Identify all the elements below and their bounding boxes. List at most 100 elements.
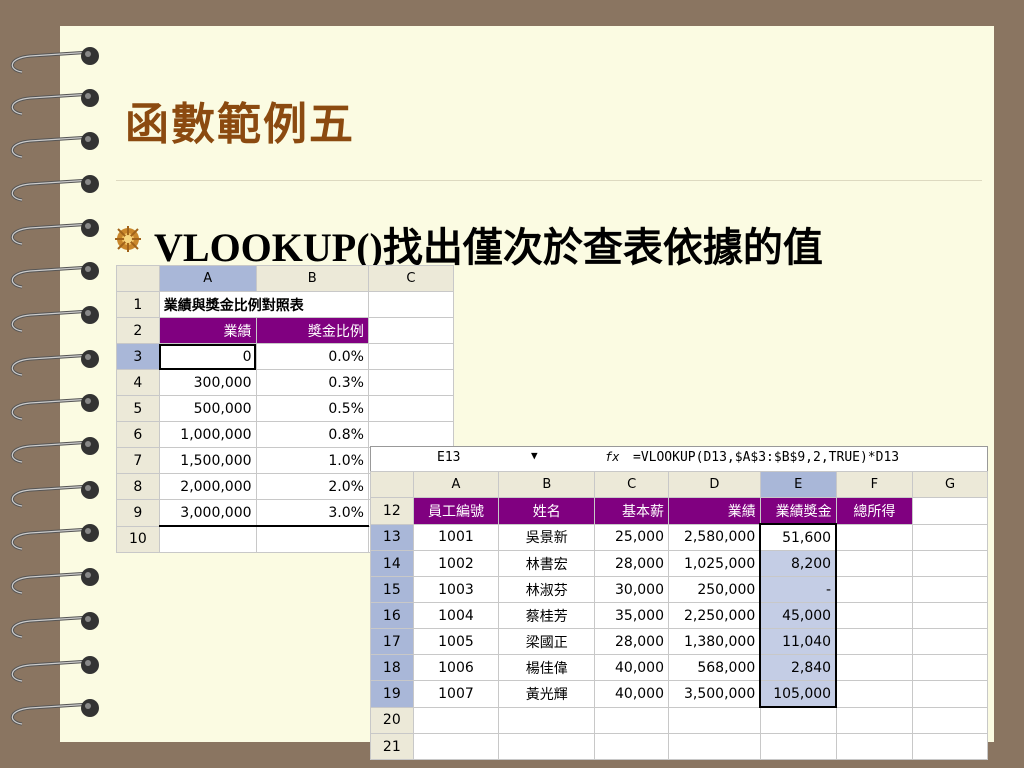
cell[interactable]	[912, 523, 988, 551]
cell[interactable]: 1001	[412, 523, 500, 551]
cell[interactable]: 0.3%	[255, 369, 369, 396]
cell[interactable]	[158, 525, 257, 553]
cell[interactable]: 2.0%	[255, 473, 369, 500]
column-header[interactable]: B	[498, 471, 596, 498]
header-cell[interactable]: 業績獎金	[759, 497, 837, 525]
formula-bar[interactable]: E13 ▼ fx =VLOOKUP(D13,$A$3:$B$9,2,TRUE)*…	[370, 446, 988, 472]
cell[interactable]	[912, 576, 988, 603]
formula-text[interactable]: =VLOOKUP(D13,$A$3:$B$9,2,TRUE)*D13	[633, 450, 899, 465]
cell[interactable]	[498, 706, 596, 734]
cell[interactable]: 1003	[412, 576, 500, 603]
cell[interactable]: 25,000	[594, 523, 669, 551]
cell[interactable]: 1,500,000	[158, 447, 257, 474]
cell[interactable]: 28,000	[594, 550, 669, 577]
row-header[interactable]: 13	[370, 523, 414, 551]
cell[interactable]	[594, 733, 669, 760]
column-header[interactable]: F	[835, 471, 914, 498]
cell[interactable]: 40,000	[594, 654, 669, 681]
cell[interactable]: 林淑芬	[498, 576, 596, 603]
cell[interactable]	[912, 550, 988, 577]
column-header[interactable]: G	[912, 471, 988, 498]
row-header[interactable]: 7	[116, 447, 160, 474]
cell[interactable]	[367, 343, 455, 370]
cell[interactable]: 楊佳偉	[498, 654, 596, 681]
cell[interactable]: 250,000	[668, 576, 761, 603]
cell[interactable]	[412, 733, 500, 760]
cell[interactable]: 2,840	[759, 654, 838, 681]
cell[interactable]	[835, 576, 914, 603]
header-cell[interactable]: 基本薪	[594, 497, 669, 525]
cell[interactable]	[835, 733, 914, 760]
cell[interactable]	[912, 733, 988, 760]
cell[interactable]: 1007	[412, 680, 500, 708]
cell[interactable]: 0	[158, 343, 257, 370]
cell[interactable]: 300,000	[158, 369, 257, 396]
row-header[interactable]: 8	[116, 473, 160, 500]
cell[interactable]: 500,000	[158, 395, 257, 422]
cell[interactable]	[912, 602, 988, 629]
cell[interactable]: 0.5%	[255, 395, 369, 422]
row-header[interactable]: 6	[116, 421, 160, 448]
row-header[interactable]: 19	[370, 680, 414, 708]
cell[interactable]	[759, 706, 837, 734]
cell[interactable]	[367, 291, 455, 318]
cell[interactable]	[835, 523, 914, 551]
cell[interactable]	[912, 628, 988, 655]
column-header[interactable]: B	[255, 265, 369, 292]
row-header[interactable]: 14	[370, 550, 414, 577]
cell[interactable]: 2,250,000	[668, 602, 761, 629]
cell[interactable]: 1006	[412, 654, 500, 681]
row-header[interactable]: 17	[370, 628, 414, 655]
row-header[interactable]: 16	[370, 602, 414, 629]
row-header[interactable]: 18	[370, 654, 414, 681]
cell[interactable]: 林書宏	[498, 550, 596, 577]
row-header[interactable]: 5	[116, 395, 160, 422]
column-header[interactable]: D	[668, 471, 761, 498]
cell[interactable]	[912, 654, 988, 681]
cell[interactable]: 1002	[412, 550, 500, 577]
column-header[interactable]: A	[412, 471, 500, 498]
header-cell[interactable]: 姓名	[498, 497, 596, 525]
cell[interactable]: -	[759, 576, 838, 603]
row-header[interactable]: 9	[116, 499, 160, 527]
cell[interactable]: 1005	[412, 628, 500, 655]
cell[interactable]	[912, 497, 988, 525]
cell[interactable]	[668, 733, 761, 760]
cell[interactable]: 1.0%	[255, 447, 369, 474]
cell[interactable]: 28,000	[594, 628, 669, 655]
cell[interactable]: 105,000	[759, 680, 838, 708]
cell[interactable]: 1,000,000	[158, 421, 257, 448]
cell[interactable]: 蔡桂芳	[498, 602, 596, 629]
row-header[interactable]: 10	[116, 525, 160, 553]
cell[interactable]	[835, 680, 914, 708]
corner-cell[interactable]	[370, 471, 414, 498]
cell[interactable]	[835, 602, 914, 629]
cell[interactable]: 8,200	[759, 550, 838, 577]
header-cell[interactable]: 總所得	[835, 497, 914, 525]
cell[interactable]: 51,600	[759, 523, 838, 551]
header-cell[interactable]: 業績	[158, 317, 257, 344]
cell[interactable]: 1,025,000	[668, 550, 761, 577]
row-header[interactable]: 3	[116, 343, 160, 370]
cell[interactable]: 45,000	[759, 602, 838, 629]
cell[interactable]	[835, 550, 914, 577]
cell[interactable]: 吳景新	[498, 523, 596, 551]
cell[interactable]: 2,000,000	[158, 473, 257, 500]
cell[interactable]	[594, 706, 669, 734]
cell[interactable]: 30,000	[594, 576, 669, 603]
cell[interactable]	[912, 706, 988, 734]
cell[interactable]	[412, 706, 500, 734]
cell[interactable]: 3,000,000	[158, 499, 257, 527]
cell[interactable]: 2,580,000	[668, 523, 761, 551]
row-header[interactable]: 15	[370, 576, 414, 603]
column-header[interactable]: E	[759, 471, 837, 498]
header-cell[interactable]: 獎金比例	[255, 317, 369, 344]
cell[interactable]	[367, 317, 455, 344]
table-title-cell[interactable]: 業績與獎金比例對照表	[158, 291, 369, 318]
cell[interactable]: 0.8%	[255, 421, 369, 448]
column-header[interactable]: C	[594, 471, 669, 498]
row-header[interactable]: 4	[116, 369, 160, 396]
cell[interactable]: 40,000	[594, 680, 669, 708]
header-cell[interactable]: 員工編號	[412, 497, 500, 525]
cell[interactable]	[835, 654, 914, 681]
